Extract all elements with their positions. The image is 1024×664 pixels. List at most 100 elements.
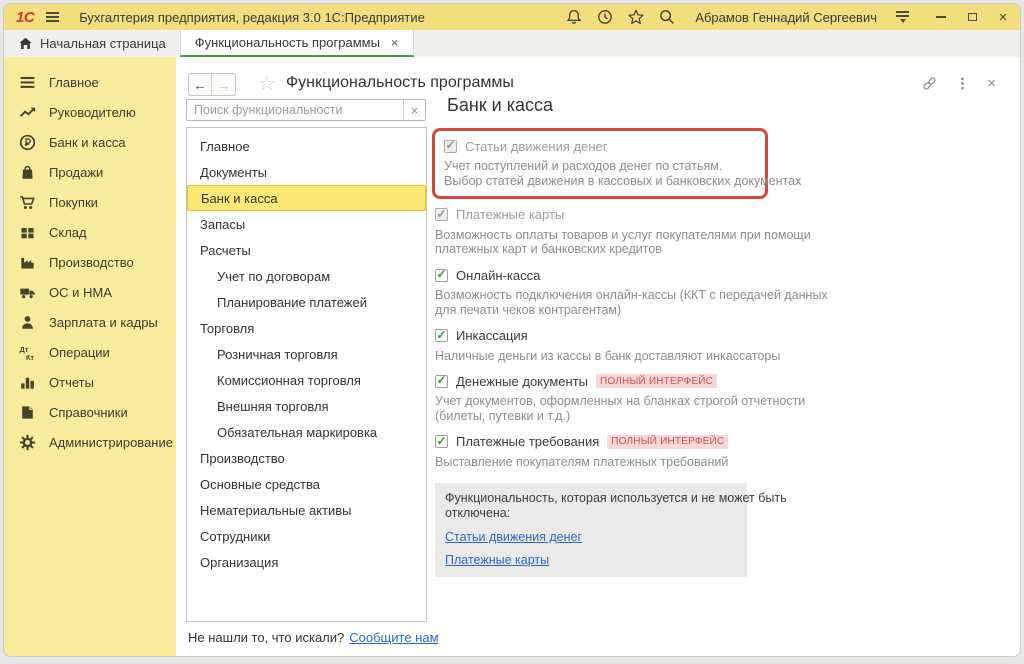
category-item[interactable]: Внешняя торговля — [187, 393, 426, 419]
feedback-link[interactable]: Сообщите нам — [349, 630, 438, 645]
category-item[interactable]: Обязательная маркировка — [187, 419, 426, 445]
functionality-search: × — [186, 99, 426, 121]
search-input[interactable] — [187, 100, 403, 120]
section-title: Банк и касса — [447, 95, 782, 116]
feature-checkbox[interactable]: ✓ — [435, 435, 448, 448]
sidebar-item-bag[interactable]: Продажи — [4, 157, 176, 187]
search-icon[interactable] — [658, 8, 676, 26]
trend-icon — [19, 104, 36, 121]
category-item[interactable]: Сотрудники — [187, 523, 426, 549]
sections-sidebar: Главное Руководителю Банк и касса Продаж… — [4, 57, 176, 656]
person-icon — [19, 314, 36, 331]
locked-functionality-box: Функциональность, которая используется и… — [435, 483, 747, 578]
category-item[interactable]: Документы — [187, 159, 426, 185]
current-user[interactable]: Абрамов Геннадий Сергеевич — [695, 10, 877, 25]
tab-home[interactable]: Начальная страница — [4, 30, 180, 57]
sidebar-item-factory[interactable]: Производство — [4, 247, 176, 277]
category-list: Главное Документы Банк и касса Запасы Ра… — [186, 127, 427, 622]
category-item[interactable]: Комиссионная торговля — [187, 367, 426, 393]
feature-description: Возможность оплаты товаров и услуг покуп… — [435, 228, 782, 258]
feature-item: ✓ Инкассация Наличные деньги из кассы в … — [432, 327, 782, 364]
feature-description: Выставление покупателям платежных требов… — [435, 455, 782, 470]
locked-functionality-link[interactable]: Статьи движения денег — [445, 530, 582, 544]
copy-link-icon[interactable] — [921, 75, 938, 92]
tab-close-icon[interactable]: × — [391, 35, 399, 50]
feature-description: Наличные деньги из кассы в банк доставля… — [435, 349, 782, 364]
feature-label: Платежные требования — [456, 434, 599, 449]
notifications-bell-icon[interactable] — [565, 8, 583, 26]
feature-label: Онлайн-касса — [456, 268, 540, 283]
category-item[interactable]: Расчеты — [187, 237, 426, 263]
home-icon — [18, 36, 33, 51]
close-panel-icon[interactable]: × — [987, 75, 996, 92]
search-clear-icon[interactable]: × — [403, 100, 425, 120]
feature-label: Статьи движения денег — [465, 139, 607, 154]
feature-description: Учет поступлений и расходов денег по ста… — [444, 159, 756, 189]
tab-functionality[interactable]: Функциональность программы × — [180, 30, 414, 57]
category-item[interactable]: Учет по договорам — [187, 263, 426, 289]
sidebar-item-truck[interactable]: ОС и НМА — [4, 277, 176, 307]
sidebar-item-person[interactable]: Зарплата и кадры — [4, 307, 176, 337]
sidebar-item-ruble[interactable]: Банк и касса — [4, 127, 176, 157]
forward-button[interactable]: → — [212, 74, 235, 95]
full-interface-badge: ПОЛНЫЙ ИНТЕРФЕЙС — [607, 435, 728, 449]
sidebar-item-book[interactable]: Справочники — [4, 397, 176, 427]
svg-text:Кт: Кт — [26, 352, 35, 360]
locked-text: Функциональность, которая используется и… — [445, 491, 737, 522]
cart-icon — [19, 194, 36, 211]
app-window: 1С Бухгалтерия предприятия, редакция 3.0… — [3, 3, 1021, 657]
nav-buttons: ← → — [188, 73, 236, 96]
page-title: Функциональность программы — [286, 74, 514, 92]
back-button[interactable]: ← — [189, 74, 212, 95]
close-icon[interactable]: × — [996, 10, 1010, 24]
sidebar-item-cart[interactable]: Покупки — [4, 187, 176, 217]
titlebar: 1С Бухгалтерия предприятия, редакция 3.0… — [4, 4, 1020, 30]
1c-logo: 1С — [16, 9, 34, 26]
locked-functionality-link[interactable]: Платежные карты — [445, 553, 549, 567]
more-icon[interactable] — [954, 75, 971, 92]
feature-label: Платежные карты — [456, 207, 564, 222]
bag-icon — [19, 164, 36, 181]
feature-checkbox[interactable]: ✓ — [435, 375, 448, 388]
feature-description: Возможность подключения онлайн-кассы (КК… — [435, 288, 782, 318]
features-panel: Банк и касса ✓ Статьи движения денег Уче… — [432, 95, 782, 577]
category-item[interactable]: Нематериальные активы — [187, 497, 426, 523]
factory-icon — [19, 254, 36, 271]
sidebar-item-gear[interactable]: Администрирование — [4, 427, 176, 457]
content-area: ← → ☆ Функциональность программы × × Гла… — [176, 57, 1020, 656]
window-title: Бухгалтерия предприятия, редакция 3.0 1С… — [79, 10, 425, 25]
sidebar-item-chart[interactable]: Отчеты — [4, 367, 176, 397]
truck-icon — [19, 284, 36, 301]
sidebar-item-sections[interactable]: Главное — [4, 67, 176, 97]
category-item[interactable]: Розничная торговля — [187, 341, 426, 367]
main-menu-icon[interactable] — [44, 10, 61, 24]
gear-icon — [19, 434, 36, 451]
service-menu-icon[interactable] — [896, 11, 909, 23]
category-item[interactable]: Торговля — [187, 315, 426, 341]
sidebar-item-dtkt[interactable]: ДтКт Операции — [4, 337, 176, 367]
category-item[interactable]: Запасы — [187, 211, 426, 237]
full-interface-badge: ПОЛНЫЙ ИНТЕРФЕЙС — [596, 374, 717, 388]
favorites-star-icon[interactable] — [627, 8, 645, 26]
feature-checkbox: ✓ — [444, 140, 457, 153]
feature-checkbox[interactable]: ✓ — [435, 269, 448, 282]
add-favorite-star-icon[interactable]: ☆ — [258, 71, 276, 96]
chart-icon — [19, 374, 36, 391]
feature-label: Инкассация — [456, 328, 528, 343]
sidebar-item-trend[interactable]: Руководителю — [4, 97, 176, 127]
feature-checkbox[interactable]: ✓ — [435, 329, 448, 342]
category-item[interactable]: Главное — [187, 133, 426, 159]
sidebar-item-warehouse[interactable]: Склад — [4, 217, 176, 247]
feedback-question: Не нашли то, что искали? — [188, 630, 344, 645]
sections-icon — [19, 74, 36, 91]
category-item[interactable]: Банк и касса — [187, 185, 426, 211]
tab-label: Функциональность программы — [195, 35, 380, 50]
category-item[interactable]: Основные средства — [187, 471, 426, 497]
history-icon[interactable] — [596, 8, 614, 26]
category-item[interactable]: Планирование платежей — [187, 289, 426, 315]
maximize-icon[interactable] — [965, 10, 979, 24]
category-item[interactable]: Организация — [187, 549, 426, 575]
category-item[interactable]: Производство — [187, 445, 426, 471]
minimize-icon[interactable] — [934, 10, 948, 24]
ruble-icon — [19, 134, 36, 151]
